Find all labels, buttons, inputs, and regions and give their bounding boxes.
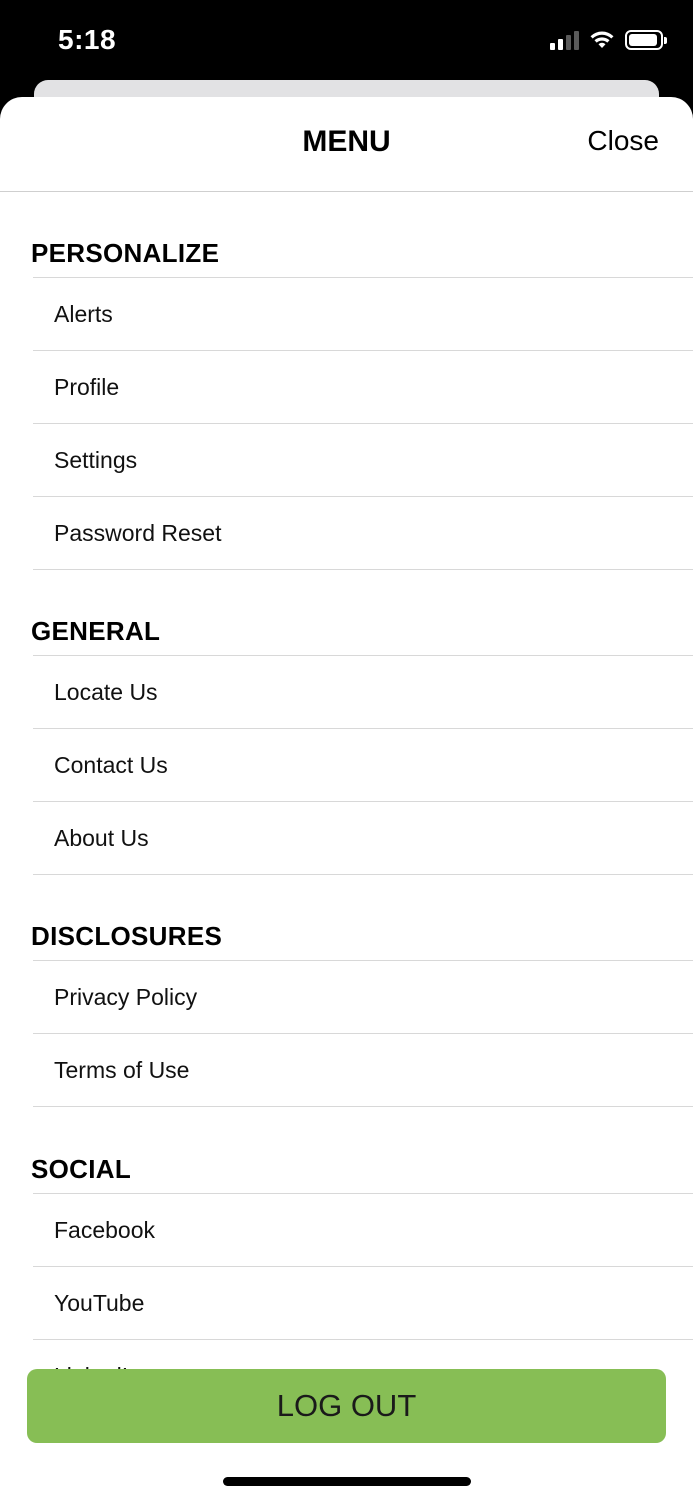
logout-button[interactable]: LOG OUT	[27, 1369, 666, 1443]
menu-item-locate-us[interactable]: Locate Us	[33, 656, 693, 729]
wifi-icon	[590, 31, 614, 48]
menu-item-privacy-policy[interactable]: Privacy Policy	[33, 961, 693, 1034]
section-title-personalize: PERSONALIZE	[31, 238, 220, 268]
section-items-disclosures: Privacy Policy Terms of Use	[33, 960, 693, 1107]
close-button[interactable]: Close	[587, 125, 659, 157]
section-social: SOCIAL Facebook YouTube LinkedIn	[0, 1151, 693, 1369]
section-disclosures: DISCLOSURES Privacy Policy Terms of Use	[0, 918, 693, 1107]
home-indicator[interactable]	[223, 1477, 471, 1486]
menu-item-youtube[interactable]: YouTube	[33, 1267, 693, 1340]
menu-item-alerts[interactable]: Alerts	[33, 278, 693, 351]
battery-icon	[625, 30, 667, 50]
status-bar: 5:18	[0, 0, 693, 82]
menu-item-password-reset[interactable]: Password Reset	[33, 497, 693, 570]
menu-item-facebook[interactable]: Facebook	[33, 1194, 693, 1267]
menu-item-contact-us[interactable]: Contact Us	[33, 729, 693, 802]
menu-item-linkedin[interactable]: LinkedIn	[33, 1340, 693, 1370]
section-general: GENERAL Locate Us Contact Us About Us	[0, 613, 693, 875]
section-items-social: Facebook YouTube LinkedIn	[33, 1193, 693, 1369]
menu-header: MENU Close	[0, 97, 693, 192]
status-icons	[550, 30, 667, 50]
section-title-social: SOCIAL	[31, 1154, 132, 1184]
section-items-personalize: Alerts Profile Settings Password Reset	[33, 277, 693, 570]
section-title-disclosures: DISCLOSURES	[31, 921, 223, 951]
section-title-general: GENERAL	[31, 616, 161, 646]
section-items-general: Locate Us Contact Us About Us	[33, 655, 693, 875]
status-time: 5:18	[58, 24, 117, 55]
menu-item-settings[interactable]: Settings	[33, 424, 693, 497]
menu-item-profile[interactable]: Profile	[33, 351, 693, 424]
section-personalize: PERSONALIZE Alerts Profile Settings Pass…	[0, 235, 693, 570]
menu-item-about-us[interactable]: About Us	[33, 802, 693, 875]
cellular-signal-icon	[550, 30, 579, 50]
logout-container: LOG OUT	[27, 1369, 666, 1443]
menu-item-terms-of-use[interactable]: Terms of Use	[33, 1034, 693, 1107]
